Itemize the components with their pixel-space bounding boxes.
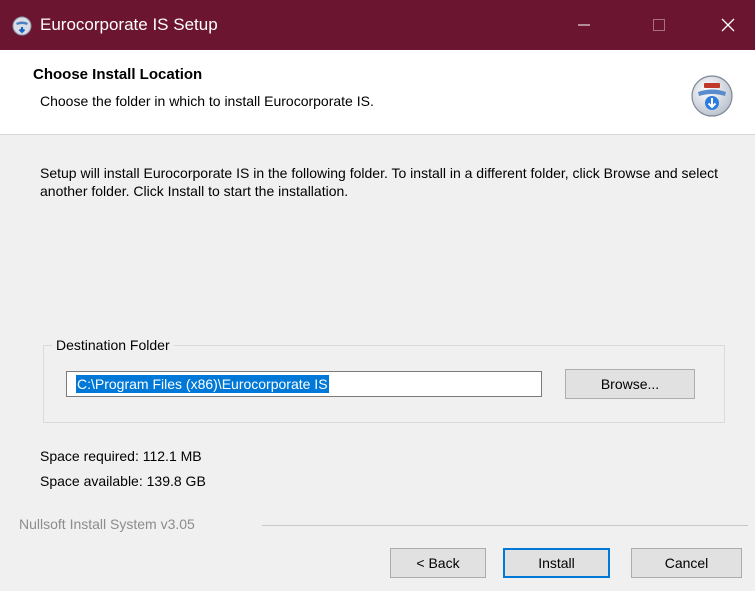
install-button[interactable]: Install — [503, 548, 610, 578]
page-title: Choose Install Location — [33, 66, 203, 83]
installer-globe-icon — [12, 16, 32, 36]
back-button[interactable]: < Back — [390, 548, 486, 578]
space-available: Space available: 139.8 GB — [40, 473, 206, 489]
maximize-icon — [652, 19, 665, 31]
footer-divider — [262, 525, 748, 526]
cancel-button[interactable]: Cancel — [631, 548, 742, 578]
title-bar[interactable]: Eurocorporate IS Setup — [0, 0, 755, 50]
close-button[interactable] — [700, 0, 755, 50]
setup-window: Eurocorporate IS Setup Choose Install Lo… — [0, 0, 755, 591]
space-required: Space required: 112.1 MB — [40, 448, 202, 464]
page-header: Choose Install Location Choose the folde… — [0, 50, 755, 135]
destination-path-selection: C:\Program Files (x86)\Eurocorporate IS — [76, 375, 329, 393]
install-description: Setup will install Eurocorporate IS in t… — [40, 165, 719, 199]
close-icon — [721, 18, 734, 32]
browse-button[interactable]: Browse... — [565, 369, 695, 399]
minimize-button[interactable] — [556, 0, 611, 50]
page-subtitle: Choose the folder in which to install Eu… — [40, 93, 374, 109]
destination-folder-label: Destination Folder — [52, 337, 174, 353]
maximize-button — [631, 0, 686, 50]
installer-branding: Nullsoft Install System v3.05 — [19, 516, 195, 532]
window-title: Eurocorporate IS Setup — [40, 15, 218, 34]
installer-globe-icon — [691, 75, 733, 117]
minimize-icon — [577, 24, 590, 26]
